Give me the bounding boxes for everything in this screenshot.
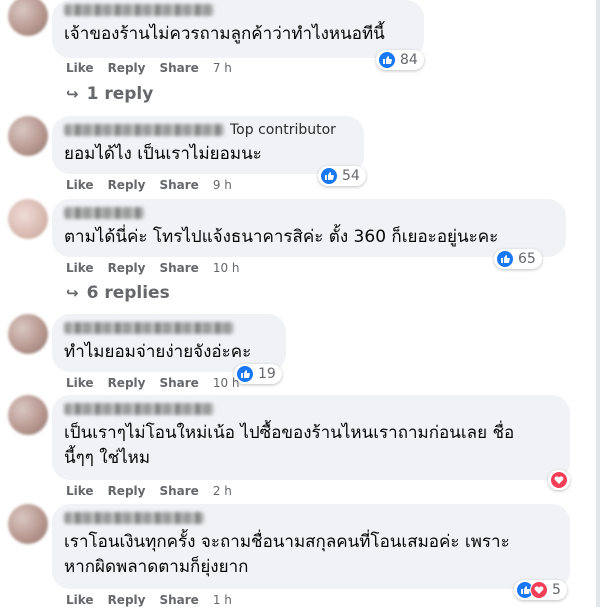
timestamp[interactable]: 9 h <box>213 178 232 192</box>
view-replies-link[interactable]: ↪ 1 reply <box>66 83 153 105</box>
comment-actions: Like Reply Share 10 h <box>66 375 240 391</box>
like-icon <box>378 51 396 69</box>
comment-text: ยอมได้ไง เป็นเราไม่ยอมนะ <box>64 144 262 164</box>
reaction-summary[interactable]: 19 <box>234 364 282 384</box>
like-button[interactable]: Like <box>66 178 94 192</box>
comment-bubble: เป็นเราๆไม่โอนใหม่เน้อ ไปซื้อของร้านไหนเ… <box>52 395 570 480</box>
share-button[interactable]: Share <box>159 61 198 75</box>
reply-button[interactable]: Reply <box>108 178 146 192</box>
comment-text-line: หากผิดพลาดตามก็ยุ่งยาก <box>64 557 249 577</box>
comment-bubble: Top contributor ยอมได้ไง เป็นเราไม่ยอมนะ <box>52 116 364 174</box>
comment-text: ตามได้นี่ค่ะ โทรไปแจ้งธนาคารสิค่ะ ตั้ง 3… <box>64 227 499 247</box>
share-button[interactable]: Share <box>159 376 198 390</box>
share-button[interactable]: Share <box>159 178 198 192</box>
view-replies-link[interactable]: ↪ 6 replies <box>66 282 170 304</box>
avatar[interactable] <box>8 116 48 156</box>
like-button[interactable]: Like <box>66 376 94 390</box>
reply-button[interactable]: Reply <box>108 261 146 275</box>
replies-label: 1 reply <box>86 84 154 104</box>
like-icon <box>320 167 338 185</box>
share-button[interactable]: Share <box>159 484 198 498</box>
reaction-summary[interactable]: 65 <box>494 249 542 269</box>
comment-bubble: ตามได้นี่ค่ะ โทรไปแจ้งธนาคารสิค่ะ ตั้ง 3… <box>52 199 566 257</box>
love-icon <box>530 581 548 599</box>
like-button[interactable]: Like <box>66 484 94 498</box>
reply-button[interactable]: Reply <box>108 484 146 498</box>
like-button[interactable]: Like <box>66 261 94 275</box>
reply-button[interactable]: Reply <box>108 376 146 390</box>
top-contributor-badge: Top contributor <box>230 122 336 138</box>
author-name[interactable] <box>64 320 274 336</box>
author-name[interactable] <box>64 510 558 526</box>
comment-actions: Like Reply Share 10 h <box>66 260 240 276</box>
timestamp[interactable]: 10 h <box>213 261 240 275</box>
author-name[interactable]: Top contributor <box>64 122 352 138</box>
reaction-summary[interactable]: 54 <box>318 166 366 186</box>
like-icon <box>496 250 514 268</box>
reaction-summary[interactable]: 84 <box>376 50 424 70</box>
share-button[interactable]: Share <box>159 593 198 607</box>
reply-button[interactable]: Reply <box>108 593 146 607</box>
reply-arrow-icon: ↪ <box>66 85 79 103</box>
like-button[interactable]: Like <box>66 61 94 75</box>
reaction-summary[interactable]: 5 <box>514 580 567 600</box>
author-name[interactable] <box>64 205 554 221</box>
scrollbar-track[interactable] <box>596 0 600 607</box>
timestamp[interactable]: 7 h <box>213 61 232 75</box>
comment-actions: Like Reply Share 1 h <box>66 592 232 608</box>
comment-text-line: เป็นเราๆไม่โอนใหม่เน้อ ไปซื้อของร้านไหนเ… <box>64 423 515 443</box>
author-name[interactable] <box>64 2 412 18</box>
avatar[interactable] <box>8 199 48 239</box>
reaction-summary[interactable] <box>548 470 570 490</box>
comment-actions: Like Reply Share 9 h <box>66 177 232 193</box>
reaction-count: 54 <box>342 168 360 184</box>
timestamp[interactable]: 1 h <box>213 593 232 607</box>
timestamp[interactable]: 2 h <box>213 484 232 498</box>
comment-bubble: เราโอนเงินทุกครั้ง จะถามชื่อนามสกุลคนที่… <box>52 504 570 589</box>
comment-actions: Like Reply Share 7 h <box>66 60 232 76</box>
comment-text: ทำไมยอมจ่ายง่ายจังอ่ะคะ <box>64 342 252 362</box>
like-button[interactable]: Like <box>66 593 94 607</box>
comment-text: เจ้าของร้านไม่ควรถามลูกค้าว่าทำไงหนอทีนี… <box>64 24 385 44</box>
avatar[interactable] <box>8 395 48 435</box>
timestamp[interactable]: 10 h <box>213 376 240 390</box>
comment-text-line: เราโอนเงินทุกครั้ง จะถามชื่อนามสกุลคนที่… <box>64 532 510 552</box>
comment-bubble: เจ้าของร้านไม่ควรถามลูกค้าว่าทำไงหนอทีนี… <box>52 0 424 58</box>
love-icon <box>550 471 568 489</box>
reaction-count: 5 <box>552 582 561 598</box>
avatar[interactable] <box>8 0 48 36</box>
avatar[interactable] <box>8 314 48 354</box>
reaction-count: 84 <box>400 52 418 68</box>
comment-actions: Like Reply Share 2 h <box>66 483 232 499</box>
reply-arrow-icon: ↪ <box>66 284 79 302</box>
replies-label: 6 replies <box>86 283 170 303</box>
avatar[interactable] <box>8 504 48 544</box>
reply-button[interactable]: Reply <box>108 61 146 75</box>
comment-text-line: นี้ๆๆ ใช่ไหม <box>64 448 151 468</box>
author-name[interactable] <box>64 401 558 417</box>
share-button[interactable]: Share <box>159 261 198 275</box>
reaction-count: 19 <box>258 366 276 382</box>
reaction-count: 65 <box>518 251 536 267</box>
